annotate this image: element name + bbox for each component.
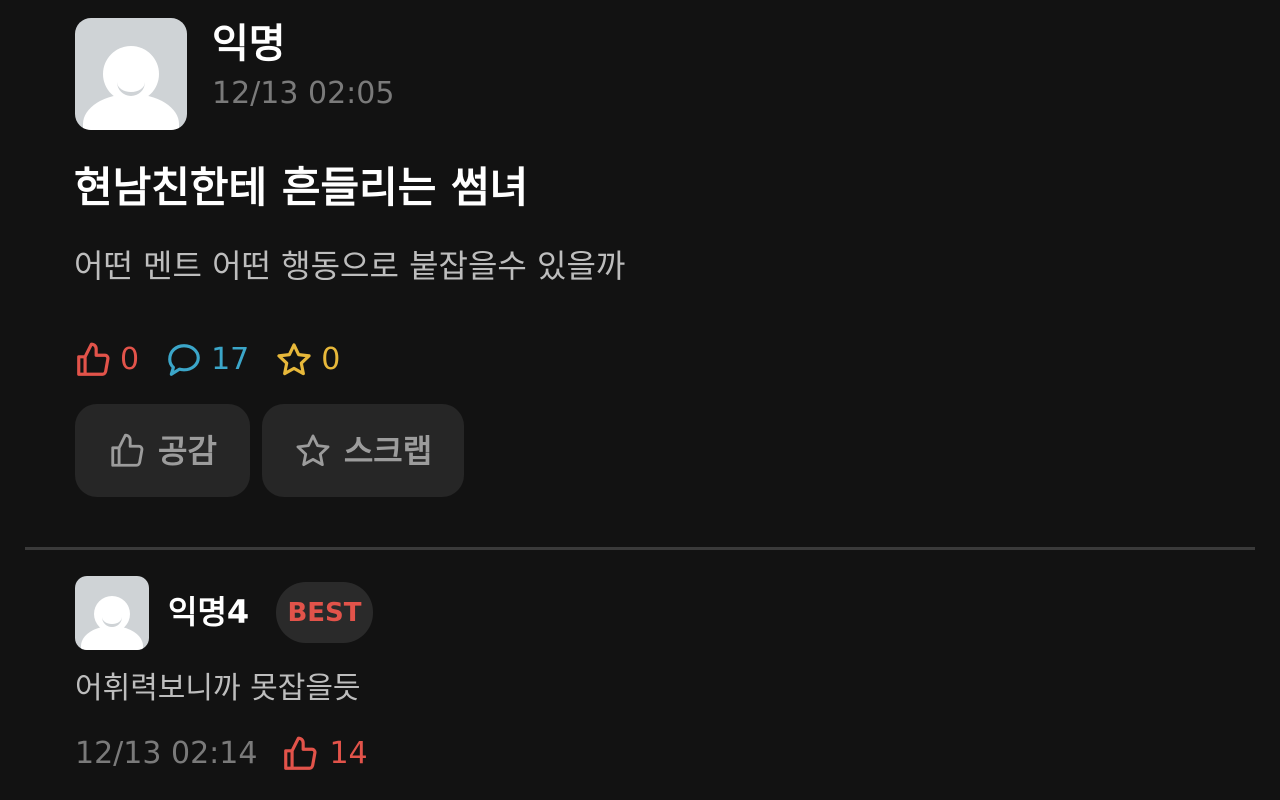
comment-footer: 12/13 02:14 14 (75, 730, 368, 778)
post-stats: 0 17 0 (74, 336, 366, 384)
like-button[interactable]: 공감 (75, 404, 250, 497)
post-title: 현남친한테 흔들리는 썸녀 (74, 163, 529, 212)
scrap-count: 0 (321, 342, 341, 377)
thumbs-up-icon (111, 433, 144, 467)
scrap-count-stat: 0 (275, 340, 340, 380)
post-body: 어떤 멘트 어떤 행동으로 붙잡을수 있을까 (74, 247, 626, 285)
thumbs-up-icon (77, 342, 110, 376)
like-button-label: 공감 (158, 431, 217, 470)
comment-like-count: 14 (329, 736, 368, 771)
like-count-stat: 0 (74, 340, 139, 380)
best-badge: BEST (276, 582, 373, 643)
post-detail-page: 익명 12/13 02:05 현남친한테 흔들리는 썸녀 어떤 멘트 어떤 행동… (0, 0, 1280, 800)
comment-author-name: 익명4 (168, 593, 250, 631)
avatar-body (81, 626, 143, 650)
scrap-button[interactable]: 스크랩 (262, 404, 464, 497)
author-avatar[interactable] (75, 18, 187, 130)
speech-bubble-icon (168, 344, 200, 376)
comment-count: 17 (211, 342, 250, 377)
post-author-name: 익명 (212, 21, 286, 67)
section-divider (25, 547, 1255, 550)
scrap-button-label: 스크랩 (343, 431, 433, 470)
comment-timestamp: 12/13 02:14 (75, 736, 258, 771)
comment-count-stat: 17 (165, 340, 249, 380)
star-icon (296, 434, 330, 466)
comment-author-avatar[interactable] (75, 576, 149, 650)
like-count: 0 (120, 342, 140, 377)
post-timestamp: 12/13 02:05 (212, 76, 395, 111)
thumbs-up-icon (284, 736, 317, 770)
avatar-body (83, 94, 179, 130)
star-icon (277, 343, 311, 376)
comment-body: 어휘력보니까 못잡을듯 (75, 671, 361, 706)
comment-like-button[interactable]: 14 (281, 734, 368, 774)
